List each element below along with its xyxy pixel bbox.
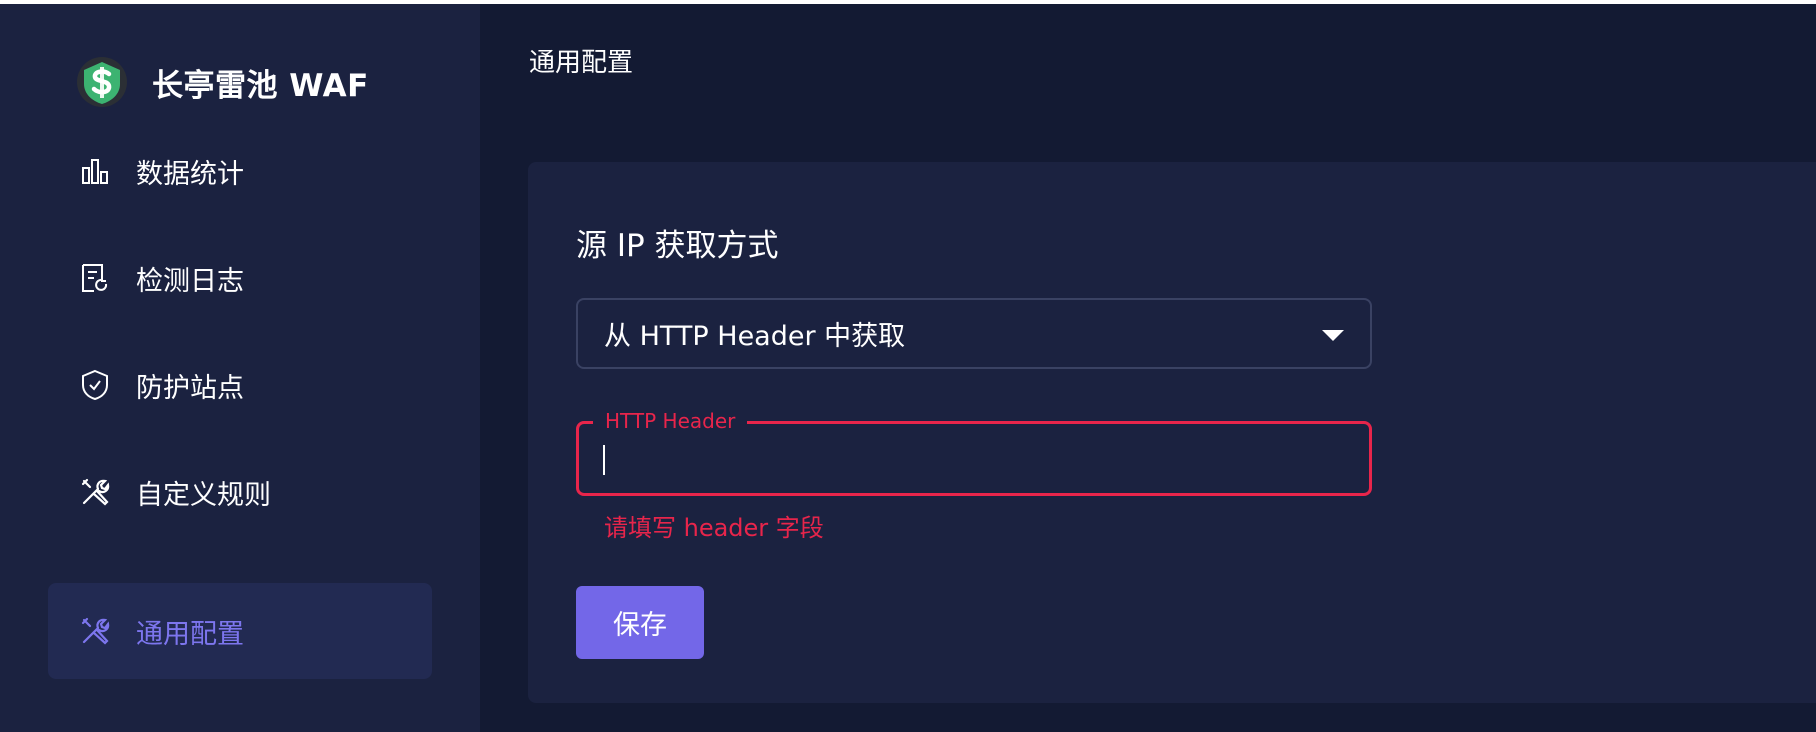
ip-source-select[interactable]: 从 HTTP Header 中获取: [576, 298, 1372, 369]
sidebar: 长亭雷池 WAF 数据统计 检测日志 防护站点 自定义规则 通用配置: [0, 4, 480, 732]
sidebar-item-custom-rules[interactable]: 自定义规则: [48, 444, 432, 540]
http-header-field[interactable]: HTTP Header: [576, 409, 1372, 496]
sidebar-item-detection-logs[interactable]: 检测日志: [48, 230, 432, 326]
app-title: 长亭雷池 WAF: [152, 67, 369, 104]
sidebar-item-label: 自定义规则: [136, 479, 271, 511]
bar-chart-icon: [78, 154, 112, 188]
page-title: 通用配置: [529, 48, 634, 78]
brand[interactable]: 长亭雷池 WAF: [76, 55, 369, 109]
caret-down-icon[interactable]: [1322, 330, 1344, 341]
sidebar-item-label: 通用配置: [136, 618, 244, 650]
sidebar-item-protected-sites[interactable]: 防护站点: [48, 337, 432, 433]
tools-icon: [78, 475, 112, 509]
main-content: 通用配置 源 IP 获取方式 从 HTTP Header 中获取 HTTP He…: [480, 4, 1816, 732]
tools-icon: [78, 614, 112, 648]
http-header-input[interactable]: [579, 424, 1369, 493]
http-header-error: 请填写 header 字段: [604, 514, 824, 542]
section-title: 源 IP 获取方式: [576, 228, 779, 264]
sidebar-item-label: 检测日志: [136, 265, 244, 297]
ip-source-select-value: 从 HTTP Header 中获取: [604, 321, 906, 352]
ip-source-card: 源 IP 获取方式 从 HTTP Header 中获取 HTTP Header …: [528, 162, 1816, 703]
sidebar-item-statistics[interactable]: 数据统计: [48, 123, 432, 219]
sidebar-item-label: 数据统计: [136, 158, 244, 190]
sidebar-item-general-settings[interactable]: 通用配置: [48, 583, 432, 679]
text-cursor: [603, 445, 605, 475]
log-document-icon: [78, 261, 112, 295]
shield-check-icon: [78, 368, 112, 402]
save-button[interactable]: 保存: [576, 586, 704, 659]
safeline-logo-icon: [77, 57, 127, 107]
sidebar-item-label: 防护站点: [136, 372, 244, 404]
